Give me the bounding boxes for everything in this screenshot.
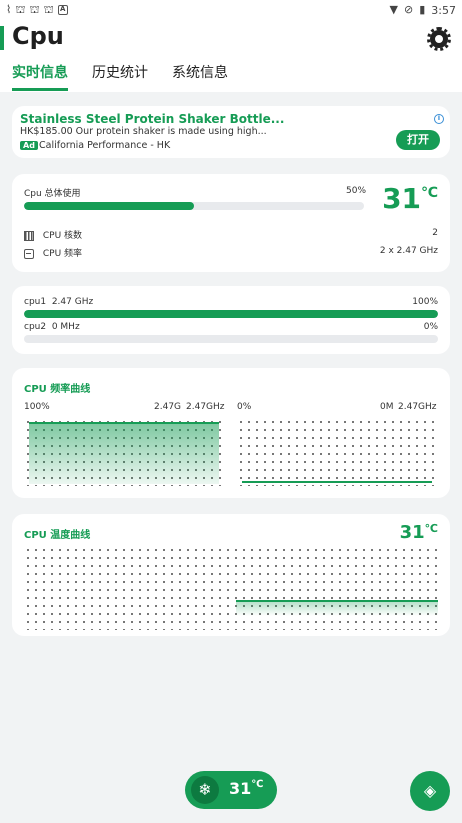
status-time: 3:57 <box>431 3 456 17</box>
ad-card[interactable]: Stainless Steel Protein Shaker Bottle...… <box>12 106 450 158</box>
temp-area <box>236 602 438 616</box>
chip-icon <box>24 230 34 241</box>
usage-label: Cpu 总体使用 <box>24 189 81 199</box>
app-title: Cpu <box>12 22 64 50</box>
temp-curve-card: CPU 温度曲线 31℃ <box>12 514 450 636</box>
cores-label: CPU 核数 <box>42 231 83 241</box>
snowflake-icon[interactable]: ❄ <box>191 776 219 804</box>
freq-curve-title: CPU 频率曲线 <box>24 384 91 395</box>
layers-icon[interactable]: ◈ <box>410 771 450 811</box>
frequency-icon <box>24 248 34 259</box>
freq-row: CPU 频率 <box>24 246 82 259</box>
cpu-usage-card: Cpu 总体使用 50% 31℃ CPU 核数 2 CPU 频率 2 x 2.4… <box>12 174 450 272</box>
freq-left-current: 2.47G <box>154 402 182 412</box>
core1-freq: 2.47 GHz <box>51 297 94 307</box>
temp-curve-number: 31 <box>399 522 425 543</box>
bug-icon: ⛫ <box>15 3 26 16</box>
core1-percent: 100% <box>412 297 438 307</box>
freq-left-area <box>29 422 219 484</box>
wifi-icon: ▼ <box>389 3 399 16</box>
ad-tag: Ad <box>20 141 38 150</box>
freq-left-max: 2.47GHz <box>186 402 225 412</box>
core2-percent: 0% <box>423 322 438 332</box>
temp-curve-unit: ℃ <box>424 522 438 535</box>
bug-icon: ⛫ <box>43 3 54 16</box>
app-header: Cpu 实时信息 历史统计 系统信息 <box>0 20 462 92</box>
freq-value: 2 x 2.47 GHz <box>379 246 438 256</box>
freq-right-percent: 0% <box>237 402 252 412</box>
battery-icon: ▮ <box>419 3 426 16</box>
core2-freq: 0 MHz <box>51 322 80 332</box>
temperature-pill[interactable]: ❄ 31℃ <box>185 771 277 809</box>
core2-label: cpu2 0 MHz <box>24 322 80 332</box>
status-bar: ⌇ ⛫ ⛫ ⛫ A ▼ ⊘ ▮ 3:57 <box>0 0 462 20</box>
no-signal-icon: ⊘ <box>404 3 414 16</box>
cpu-temperature: 31℃ <box>382 182 438 215</box>
ad-description: HK$185.00 Our protein shaker is made usi… <box>20 126 267 137</box>
pill-temperature: 31℃ <box>229 779 263 798</box>
tab-system-info[interactable]: 系统信息 <box>172 62 228 91</box>
core1-name: cpu1 <box>24 297 47 307</box>
bug-icon: ⛫ <box>29 3 40 16</box>
core1-bar <box>24 310 438 318</box>
core1-label: cpu1 2.47 GHz <box>24 297 93 307</box>
temp-curve-title: CPU 温度曲线 <box>24 530 91 541</box>
pill-temperature-value: 31 <box>229 779 252 798</box>
cores-value: 2 <box>432 228 438 238</box>
a-box-icon: A <box>57 5 68 15</box>
freq-curve-card: CPU 频率曲线 100% 2.47G 2.47GHz 0% 0M 2.47GH… <box>12 368 450 498</box>
per-core-card: cpu1 2.47 GHz 100% cpu2 0 MHz 0% <box>12 286 450 354</box>
freq-right-plot <box>237 418 437 486</box>
freq-right-max: 2.47GHz <box>398 402 437 412</box>
core2-bar <box>24 335 438 343</box>
temp-curve-value: 31℃ <box>400 522 438 543</box>
usage-percent: 50% <box>346 186 367 196</box>
title-accent-bar <box>0 26 4 50</box>
temp-plot <box>24 546 438 630</box>
freq-right-current: 0M <box>380 402 394 412</box>
core1-bar-fill <box>24 310 438 318</box>
pulse-icon: ⌇ <box>6 3 12 16</box>
usage-bar-fill <box>24 202 194 210</box>
cpu-temperature-value: 31 <box>382 182 422 215</box>
usage-bar <box>24 202 364 210</box>
pill-temperature-unit: ℃ <box>251 779 264 790</box>
freq-right-line <box>242 481 432 483</box>
freq-left-percent: 100% <box>24 402 50 412</box>
settings-gear-icon[interactable] <box>427 27 451 51</box>
tab-history[interactable]: 历史统计 <box>92 62 148 91</box>
cpu-temperature-unit: ℃ <box>421 185 438 201</box>
cores-row: CPU 核数 <box>24 228 82 241</box>
freq-label: CPU 频率 <box>42 249 83 259</box>
ad-info-icon[interactable]: i <box>434 114 444 124</box>
ad-open-button[interactable]: 打开 <box>396 130 440 150</box>
tab-realtime[interactable]: 实时信息 <box>12 62 68 91</box>
tab-bar: 实时信息 历史统计 系统信息 <box>12 62 228 91</box>
ad-source: California Performance - HK <box>39 140 171 151</box>
ad-title[interactable]: Stainless Steel Protein Shaker Bottle... <box>20 112 284 126</box>
core2-name: cpu2 <box>24 322 47 332</box>
